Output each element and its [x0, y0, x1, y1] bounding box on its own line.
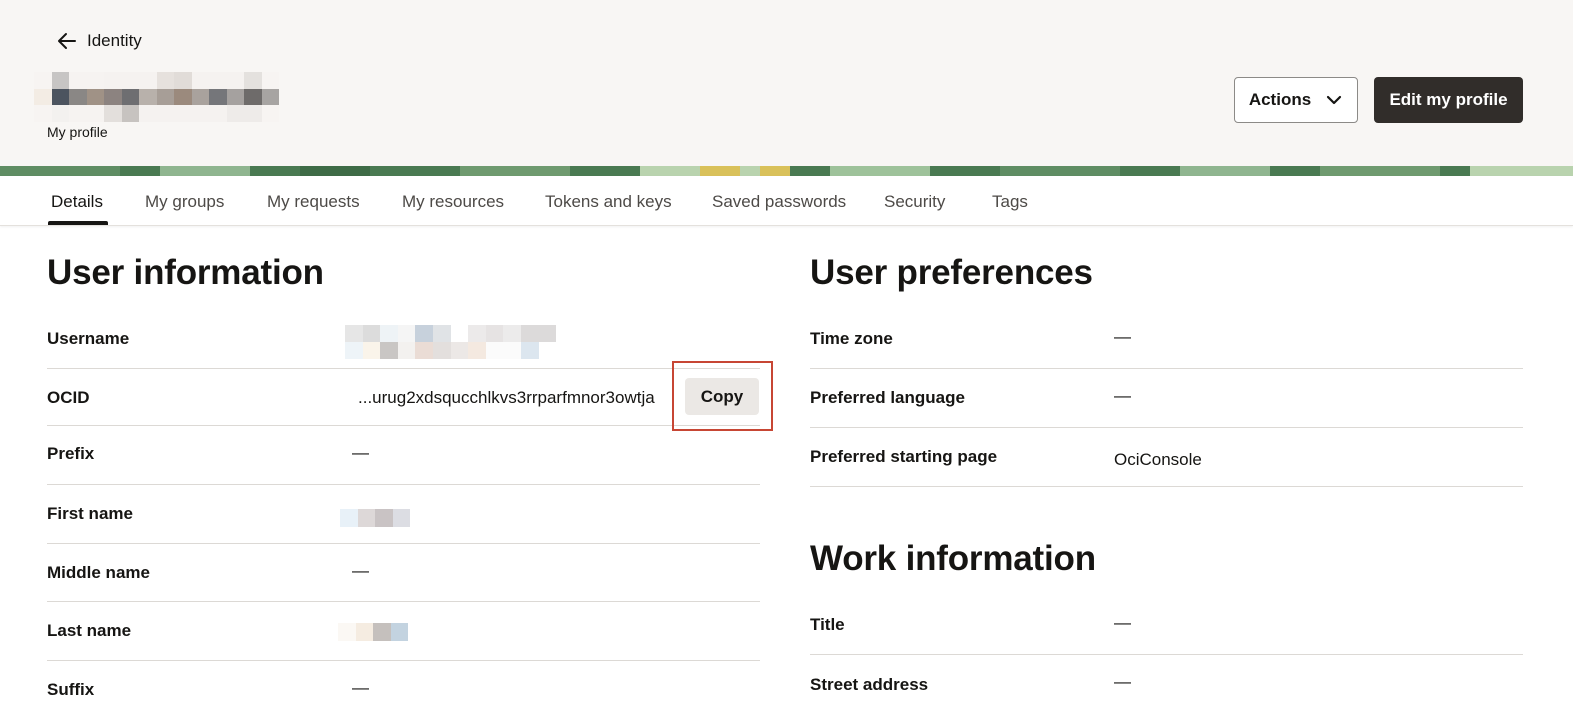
arrow-left-icon	[58, 33, 76, 49]
row-label: OCID	[47, 388, 90, 407]
tab-tags[interactable]: Tags	[992, 192, 1028, 212]
row-label: Username	[47, 329, 130, 348]
back-to-identity-link[interactable]: Identity	[56, 30, 142, 52]
username-row: Username	[47, 310, 760, 369]
ocid-row: OCID ...urug2xdsqucchlkvs3rrparfmnor3owt…	[47, 369, 760, 426]
street-address-row: Street address —	[810, 655, 1523, 706]
middle-name-value: —	[352, 561, 369, 580]
row-label: Suffix	[47, 680, 95, 699]
actions-dropdown-button[interactable]: Actions	[1234, 77, 1358, 123]
prefix-row: Prefix —	[47, 426, 760, 485]
preferred-starting-page-row: Preferred starting page OciConsole	[810, 428, 1523, 487]
time-zone-row: Time zone —	[810, 310, 1523, 369]
page-subtitle: My profile	[47, 124, 108, 140]
back-link-label: Identity	[87, 31, 142, 50]
row-label: Street address	[810, 675, 929, 694]
street-address-value: —	[1114, 672, 1131, 691]
tab-my-resources[interactable]: My resources	[402, 192, 504, 212]
tab-my-groups[interactable]: My groups	[145, 192, 224, 212]
preferred-language-value: —	[1114, 386, 1131, 405]
title-value: —	[1114, 613, 1131, 632]
redacted-first-name-value	[340, 509, 410, 527]
preferred-language-row: Preferred language —	[810, 369, 1523, 428]
tab-tokens-and-keys[interactable]: Tokens and keys	[545, 192, 672, 212]
decorative-banner	[0, 166, 1573, 176]
profile-tabs: Details My groups My requests My resourc…	[0, 176, 1573, 226]
actions-label: Actions	[1248, 90, 1312, 109]
copy-ocid-button[interactable]: Copy	[685, 378, 759, 415]
user-preferences-title: User preferences	[810, 253, 1093, 292]
row-label: Last name	[47, 621, 132, 640]
suffix-value: —	[352, 678, 369, 697]
tab-my-requests[interactable]: My requests	[267, 192, 360, 212]
middle-name-row: Middle name —	[47, 544, 760, 602]
first-name-row: First name	[47, 485, 760, 544]
last-name-row: Last name	[47, 602, 760, 661]
tab-saved-passwords[interactable]: Saved passwords	[712, 192, 846, 212]
prefix-value: —	[352, 443, 369, 462]
edit-my-profile-button[interactable]: Edit my profile	[1374, 77, 1523, 123]
title-row: Title —	[810, 596, 1523, 655]
user-information-title: User information	[47, 253, 324, 292]
row-label: First name	[47, 504, 133, 523]
row-label: Prefix	[47, 444, 95, 463]
time-zone-value: —	[1114, 327, 1131, 346]
redacted-last-name-value	[338, 623, 408, 641]
ocid-value: ...urug2xdsqucchlkvs3rrparfmnor3owtja	[358, 388, 655, 407]
row-label: Title	[810, 615, 845, 634]
suffix-row: Suffix —	[47, 661, 760, 706]
preferred-starting-page-value: OciConsole	[1114, 450, 1202, 469]
row-label: Time zone	[810, 329, 893, 348]
redacted-username-value	[345, 325, 557, 359]
chevron-down-icon	[1327, 95, 1342, 105]
row-label: Preferred language	[810, 388, 965, 407]
row-label: Preferred starting page	[810, 447, 998, 466]
active-tab-indicator	[48, 221, 108, 225]
page-header: Identity My profile Actions Edit my prof…	[0, 0, 1573, 166]
tab-security[interactable]: Security	[884, 192, 945, 212]
redacted-user-name	[34, 72, 284, 122]
row-label: Middle name	[47, 563, 150, 582]
work-information-title: Work information	[810, 539, 1096, 578]
tab-details[interactable]: Details	[51, 192, 103, 212]
